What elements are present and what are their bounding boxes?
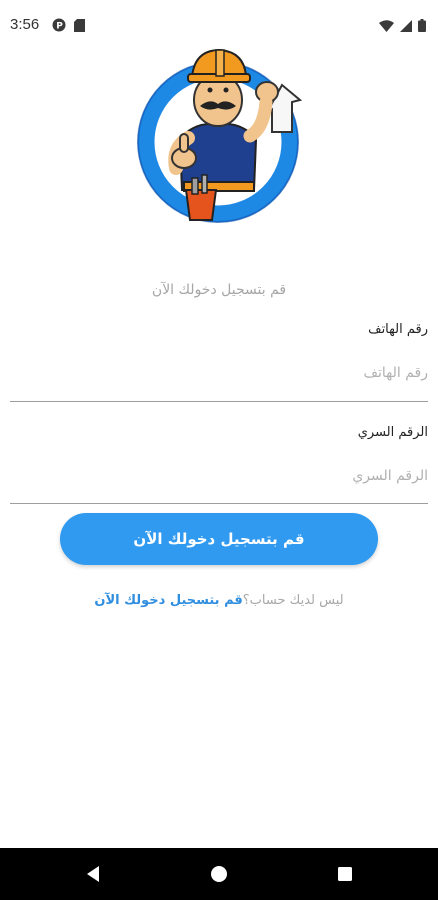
password-underline [10, 503, 428, 504]
navigation-bar [0, 848, 438, 900]
password-input[interactable] [10, 453, 428, 499]
record-icon: P [52, 17, 66, 36]
login-subtitle: قم بتسجيل دخولك الآن [151, 282, 287, 298]
back-icon[interactable] [82, 862, 106, 886]
register-link[interactable]: قم بتسجيل دخولك الآن [94, 593, 242, 608]
signal-icon [400, 17, 412, 36]
phone-input[interactable] [10, 350, 428, 396]
wifi-icon [379, 17, 394, 36]
home-icon[interactable] [207, 862, 231, 886]
register-prompt: ليس لديك حساب؟ [242, 593, 344, 608]
recents-icon[interactable] [333, 862, 357, 886]
phone-underline [10, 401, 428, 402]
login-button-label: قم بتسجيل دخولك الآن [133, 530, 305, 548]
login-button[interactable]: قم بتسجيل دخولك الآن [60, 513, 378, 565]
battery-icon [418, 17, 426, 36]
phone-label: رقم الهاتف [368, 322, 428, 337]
register-row: ليس لديك حساب؟قم بتسجيل دخولك الآن [0, 593, 438, 608]
app-logo [132, 40, 307, 225]
password-label: الرقم السري [357, 425, 428, 440]
svg-text:P: P [56, 22, 63, 32]
status-time: 3:56 [10, 16, 40, 33]
sd-card-icon [74, 17, 85, 36]
